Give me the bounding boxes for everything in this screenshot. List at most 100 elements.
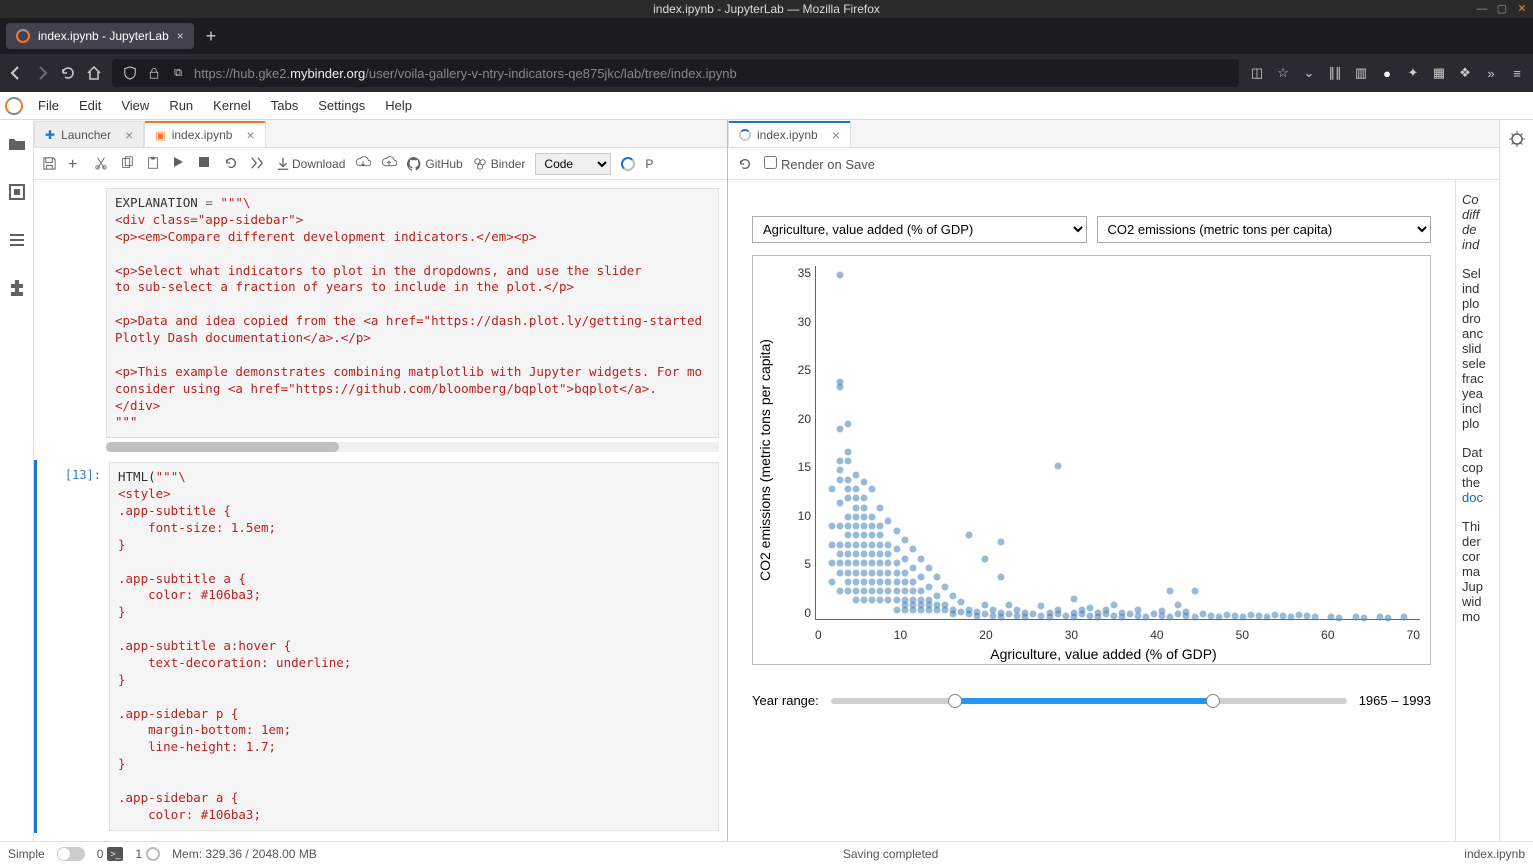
cloud-upload-icon[interactable] xyxy=(381,156,397,172)
code-cell-active[interactable]: [13]: HTML("""\ <style> .app-subtitle { … xyxy=(34,460,727,832)
x-indicator-select[interactable]: Agriculture, value added (% of GDP) xyxy=(752,216,1087,243)
url-bar[interactable]: ⧉ https://hub.gke2.mybinder.org/user/voi… xyxy=(112,59,1239,87)
extensions-icon[interactable] xyxy=(7,278,27,298)
kernel-status-icon xyxy=(621,157,635,171)
cell-input[interactable]: EXPLANATION = EXPLANATION = """\ <div cl… xyxy=(106,188,719,438)
kernel-icon xyxy=(146,847,160,861)
notebook-content[interactable]: EXPLANATION = EXPLANATION = """\ <div cl… xyxy=(34,180,727,841)
notebook-icon: ▣ xyxy=(155,129,165,142)
browser-tab-bar: index.ipynb - JupyterLab × + xyxy=(0,18,1533,54)
voila-spinner-icon xyxy=(739,129,751,141)
binder-button[interactable]: Binder xyxy=(473,157,526,171)
save-icon[interactable] xyxy=(42,156,58,172)
menu-file[interactable]: File xyxy=(28,98,69,113)
y-indicator-select[interactable]: CO2 emissions (metric tons per capita) xyxy=(1097,216,1432,243)
terminal-count[interactable]: 0>_ xyxy=(97,847,124,861)
window-max-icon[interactable]: ▢ xyxy=(1495,0,1509,14)
toolbar-overflow: P xyxy=(645,157,653,171)
cloud-download-icon[interactable] xyxy=(355,156,371,172)
property-inspector-icon[interactable] xyxy=(1508,130,1526,148)
pocket-icon[interactable]: ⌄ xyxy=(1301,65,1317,81)
slider-handle-low[interactable] xyxy=(948,694,962,708)
menu-help[interactable]: Help xyxy=(375,98,422,113)
tab-preview-label: index.ipynb xyxy=(757,128,818,142)
scatter-chart: CO2 emissions (metric tons per capita) 0… xyxy=(752,255,1431,665)
copy-icon[interactable] xyxy=(120,156,136,172)
menu-view[interactable]: View xyxy=(111,98,159,113)
menu-tabs[interactable]: Tabs xyxy=(261,98,308,113)
ext-grid-icon[interactable]: ◫ xyxy=(1249,65,1265,81)
tab-preview[interactable]: index.ipynb × xyxy=(728,121,851,147)
hamburger-icon[interactable]: ≡ xyxy=(1509,65,1525,81)
year-range-value: 1965 – 1993 xyxy=(1359,693,1431,708)
status-message: Saving completed xyxy=(843,847,938,861)
restart-icon[interactable] xyxy=(224,156,240,172)
tab-notebook[interactable]: ▣ index.ipynb × xyxy=(144,121,265,147)
download-button[interactable]: Download xyxy=(276,157,345,171)
toc-icon[interactable] xyxy=(7,230,27,250)
menu-edit[interactable]: Edit xyxy=(69,98,111,113)
jupyter-logo-icon[interactable] xyxy=(0,92,28,120)
tab-launcher[interactable]: ✚ Launcher × xyxy=(34,121,144,147)
restart-run-icon[interactable] xyxy=(250,156,266,172)
cell-prompt: [13]: xyxy=(45,462,109,830)
tab-close-icon[interactable]: × xyxy=(246,127,254,143)
cut-icon[interactable] xyxy=(94,156,110,172)
preview-toolbar: Render on Save xyxy=(728,148,1499,180)
library-icon[interactable]: ∥∥ xyxy=(1327,65,1343,81)
running-icon[interactable] xyxy=(7,182,27,202)
account-icon[interactable]: ● xyxy=(1379,65,1395,81)
cell-type-select[interactable]: Code xyxy=(535,153,611,175)
nav-home-icon[interactable] xyxy=(86,65,102,81)
menu-kernel[interactable]: Kernel xyxy=(203,98,261,113)
shield-icon xyxy=(122,65,138,81)
preview-pane: index.ipynb × Render on Save Agriculture… xyxy=(728,120,1499,841)
menu-run[interactable]: Run xyxy=(159,98,203,113)
paste-icon[interactable] xyxy=(146,156,162,172)
window-close-icon[interactable]: ✕ xyxy=(1515,0,1529,14)
github-button[interactable]: GitHub xyxy=(407,157,462,171)
horizontal-scrollbar[interactable] xyxy=(106,442,719,452)
render-on-save-checkbox[interactable]: Render on Save xyxy=(764,156,875,172)
browser-nav-bar: ⧉ https://hub.gke2.mybinder.org/user/voi… xyxy=(0,54,1533,92)
refresh-icon[interactable] xyxy=(738,157,752,171)
slider-handle-high[interactable] xyxy=(1206,694,1220,708)
kernel-count[interactable]: 1 xyxy=(135,847,160,861)
simple-toggle[interactable] xyxy=(57,847,85,861)
tab-close-icon[interactable]: × xyxy=(832,127,840,143)
overflow-icon[interactable]: » xyxy=(1483,65,1499,81)
bookmark-star-icon[interactable]: ☆ xyxy=(1275,65,1291,81)
chart-plot-area xyxy=(815,266,1420,620)
nav-back-icon[interactable] xyxy=(8,65,24,81)
preview-tabs: index.ipynb × xyxy=(728,120,1499,148)
status-bar: Simple 0>_ 1 Mem: 329.36 / 2048.00 MB Sa… xyxy=(0,841,1533,865)
year-range-slider-row: Year range: 1965 – 1993 xyxy=(752,693,1431,708)
year-range-label: Year range: xyxy=(752,693,819,708)
browser-tab-active[interactable]: index.ipynb - JupyterLab × xyxy=(6,23,194,49)
permissions-icon: ⧉ xyxy=(170,65,186,81)
window-min-icon[interactable]: — xyxy=(1475,0,1489,14)
ext1-icon[interactable]: ✦ xyxy=(1405,65,1421,81)
year-range-slider[interactable] xyxy=(831,698,1347,704)
cell-input[interactable]: HTML("""\ <style> .app-subtitle { font-s… xyxy=(109,462,719,830)
sidebar-icon[interactable]: ▥ xyxy=(1353,65,1369,81)
nav-forward-icon[interactable] xyxy=(34,65,50,81)
new-tab-button[interactable]: + xyxy=(206,26,217,47)
editor-tabs: ✚ Launcher × ▣ index.ipynb × xyxy=(34,120,727,148)
ext2-icon[interactable]: ▦ xyxy=(1431,65,1447,81)
nav-reload-icon[interactable] xyxy=(60,65,76,81)
url-text: https://hub.gke2.mybinder.org/user/voila… xyxy=(194,66,737,81)
tab-close-icon[interactable]: × xyxy=(177,29,184,43)
folder-icon[interactable] xyxy=(7,134,27,154)
tab-close-icon[interactable]: × xyxy=(125,127,133,143)
menu-settings[interactable]: Settings xyxy=(308,98,375,113)
launcher-icon: ✚ xyxy=(45,128,55,142)
ext3-icon[interactable]: ❖ xyxy=(1457,65,1473,81)
run-icon[interactable] xyxy=(172,156,188,172)
lock-icon xyxy=(146,65,162,81)
code-cell[interactable]: EXPLANATION = EXPLANATION = """\ <div cl… xyxy=(34,186,727,440)
right-utility-bar xyxy=(1499,120,1533,841)
stop-icon[interactable] xyxy=(198,156,214,172)
voila-sidebar: CodiffdeindSelindplodroancslidselefracye… xyxy=(1455,180,1499,841)
add-cell-icon[interactable]: + xyxy=(68,156,84,172)
